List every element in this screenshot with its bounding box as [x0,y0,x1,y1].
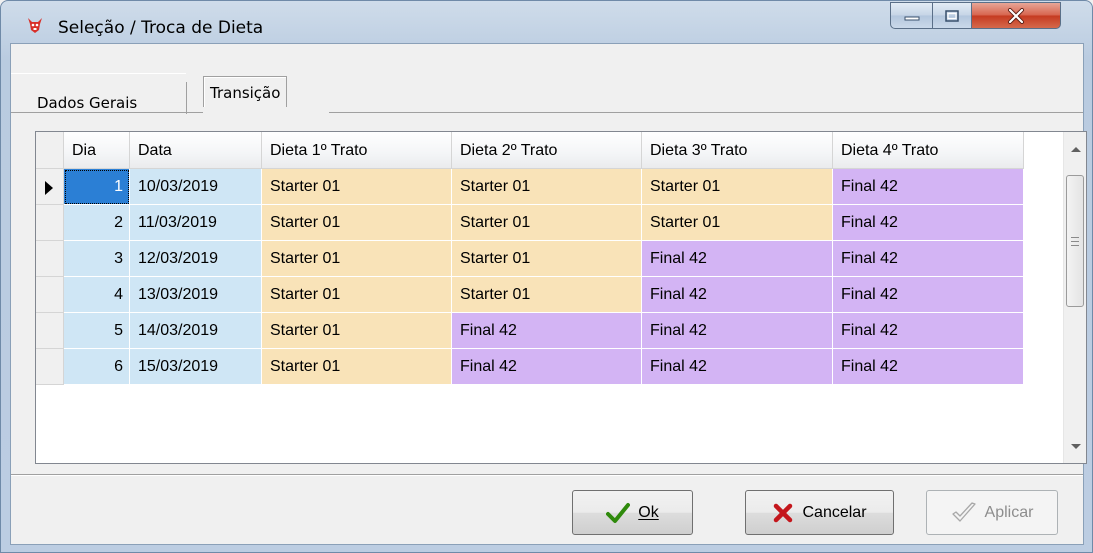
row-indicator[interactable] [36,349,64,385]
cell-data[interactable]: 15/03/2019 [130,349,262,385]
column-header-dia[interactable]: Dia [64,132,130,169]
cell-dieta-3[interactable]: Final 42 [642,241,833,277]
apply-button[interactable]: Aplicar [926,490,1058,535]
cancel-button[interactable]: Cancelar [745,490,894,535]
tab-divider [186,82,187,114]
dialog-window: Seleção / Troca de Dieta Dados Gerais Tr… [0,0,1093,553]
cell-dieta-2[interactable]: Starter 01 [452,241,642,277]
scroll-up-button[interactable] [1064,134,1086,164]
cell-dieta-2[interactable]: Starter 01 [452,205,642,241]
cell-dieta-2[interactable]: Final 42 [452,313,642,349]
app-icon [28,18,42,33]
cell-data[interactable]: 10/03/2019 [130,169,262,205]
cell-dieta-3[interactable]: Starter 01 [642,169,833,205]
row-indicator[interactable] [36,205,64,241]
table-row[interactable]: 3 12/03/2019 Starter 01 Starter 01 Final… [36,241,1064,277]
cell-dieta-3[interactable]: Final 42 [642,277,833,313]
window-title: Seleção / Troca de Dieta [58,18,264,38]
scroll-thumb[interactable] [1066,175,1084,307]
row-indicator[interactable] [36,241,64,277]
cell-dieta-1[interactable]: Starter 01 [262,349,452,385]
minimize-icon [904,16,919,20]
check-outline-icon [951,501,977,525]
row-indicator[interactable] [36,277,64,313]
x-icon [772,502,794,524]
cell-dieta-4[interactable]: Final 42 [833,313,1024,349]
row-indicator[interactable] [36,169,64,205]
cell-dia[interactable]: 5 [64,313,130,349]
tab-baseline-right [329,112,1083,113]
vertical-scrollbar[interactable] [1063,132,1086,463]
title-bar[interactable]: Seleção / Troca de Dieta [1,1,1092,43]
current-row-pointer-icon [45,181,53,195]
cell-dieta-1[interactable]: Starter 01 [262,313,452,349]
cell-data[interactable]: 14/03/2019 [130,313,262,349]
close-icon [1008,7,1024,24]
close-button[interactable] [971,2,1061,29]
cell-dieta-2[interactable]: Starter 01 [452,277,642,313]
grid-header: Dia Data Dieta 1º Trato Dieta 2º Trato D… [36,132,1064,169]
maximize-button[interactable] [932,2,972,29]
table-row[interactable]: 2 11/03/2019 Starter 01 Starter 01 Start… [36,205,1064,241]
cell-dieta-1[interactable]: Starter 01 [262,277,452,313]
cell-dieta-4[interactable]: Final 42 [833,277,1024,313]
check-icon [606,502,631,524]
cell-dia[interactable]: 6 [64,349,130,385]
cell-dieta-3[interactable]: Final 42 [642,313,833,349]
apply-button-label: Aplicar [984,503,1034,521]
cell-dieta-1[interactable]: Starter 01 [262,169,452,205]
dialog-client-area: Dados Gerais Transição Dia Data Dieta 1º… [10,43,1087,545]
cell-dieta-1[interactable]: Starter 01 [262,205,452,241]
cell-dia[interactable]: 2 [64,205,130,241]
cell-dieta-4[interactable]: Final 42 [833,241,1024,277]
cell-data[interactable]: 12/03/2019 [130,241,262,277]
cell-data[interactable]: 13/03/2019 [130,277,262,313]
cell-dieta-4[interactable]: Final 42 [833,349,1024,385]
cell-dieta-2[interactable]: Final 42 [452,349,642,385]
arrow-up-icon [1070,146,1081,152]
diet-transition-grid[interactable]: Dia Data Dieta 1º Trato Dieta 2º Trato D… [35,131,1087,464]
cell-dia[interactable]: 4 [64,277,130,313]
footer-divider [11,474,1083,475]
table-row[interactable]: 5 14/03/2019 Starter 01 Final 42 Final 4… [36,313,1064,349]
cell-dieta-4[interactable]: Final 42 [833,205,1024,241]
table-row[interactable]: 4 13/03/2019 Starter 01 Starter 01 Final… [36,277,1064,313]
cell-data[interactable]: 11/03/2019 [130,205,262,241]
maximize-icon [945,9,959,22]
scroll-down-button[interactable] [1064,431,1086,461]
cancel-button-label: Cancelar [802,503,867,521]
grip-icon [1071,236,1079,246]
minimize-button[interactable] [890,2,933,29]
cell-dieta-3[interactable]: Final 42 [642,349,833,385]
column-header-dieta-3[interactable]: Dieta 3º Trato [642,132,833,169]
cell-dia[interactable]: 1 [64,169,130,205]
tab-top-edge [11,73,186,74]
cell-dieta-2[interactable]: Starter 01 [452,169,642,205]
cell-dieta-1[interactable]: Starter 01 [262,241,452,277]
table-row[interactable]: 1 10/03/2019 Starter 01 Starter 01 Start… [36,169,1064,205]
tab-baseline-left [11,112,203,113]
cell-dieta-3[interactable]: Starter 01 [642,205,833,241]
column-header-data[interactable]: Data [130,132,262,169]
ok-button[interactable]: Ok [572,490,693,535]
tab-dados-gerais[interactable]: Dados Gerais [31,88,143,118]
column-header-dieta-2[interactable]: Dieta 2º Trato [452,132,642,169]
column-header-dieta-1[interactable]: Dieta 1º Trato [262,132,452,169]
arrow-down-icon [1070,443,1081,449]
row-indicator[interactable] [36,313,64,349]
cell-dieta-4[interactable]: Final 42 [833,169,1024,205]
table-row[interactable]: 6 15/03/2019 Starter 01 Final 42 Final 4… [36,349,1064,385]
row-indicator-header [36,132,64,169]
cell-dia[interactable]: 3 [64,241,130,277]
ok-button-label: Ok [638,503,659,521]
column-header-dieta-4[interactable]: Dieta 4º Trato [833,132,1024,169]
tab-transicao[interactable]: Transição [203,76,288,107]
